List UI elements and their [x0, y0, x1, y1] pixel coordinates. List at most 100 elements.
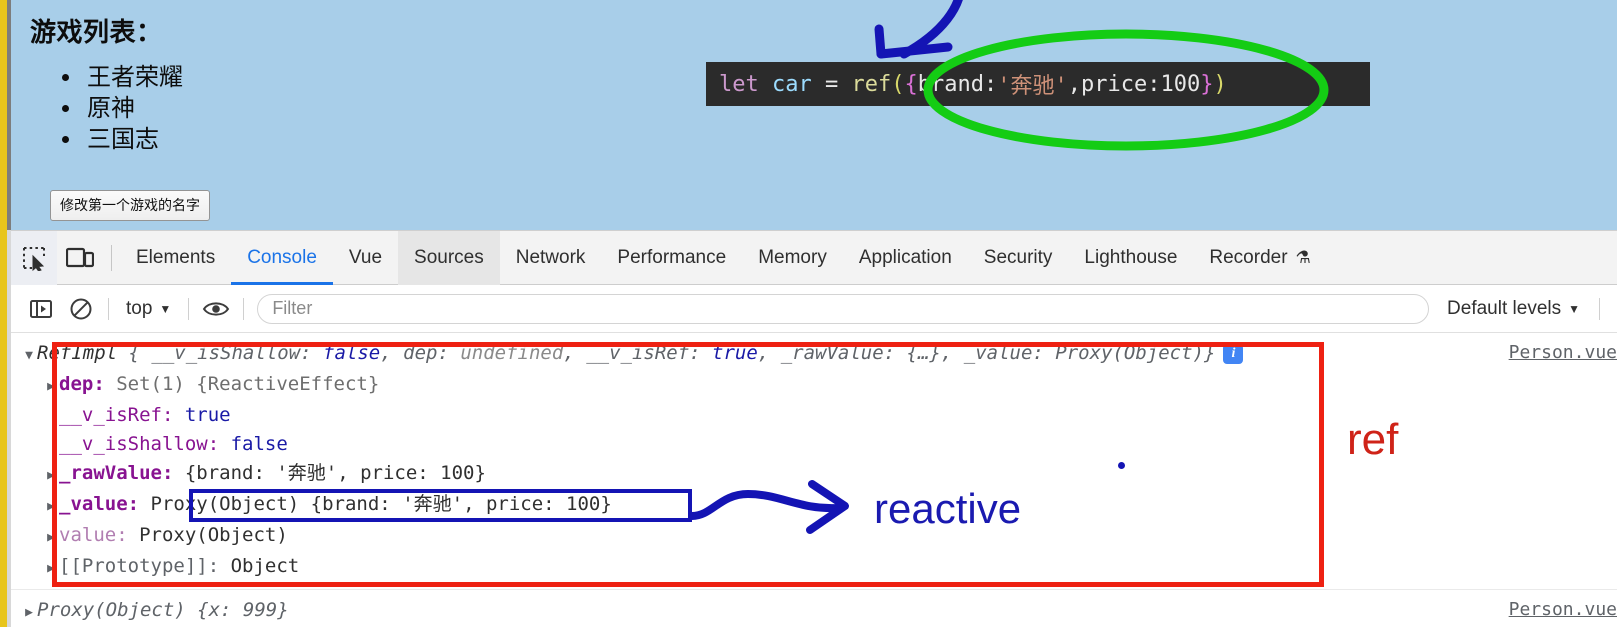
preview-key-dep: dep: — [403, 342, 449, 364]
expand-triangle-icon[interactable]: ▶ — [43, 492, 59, 521]
tab-memory[interactable]: Memory — [742, 231, 843, 285]
console-property-row[interactable]: ▶ dep: Set(1) {ReactiveEffect} — [21, 370, 1617, 401]
console-output: ▼ RefImpl { __v_isShallow: false, dep: un… — [11, 333, 1617, 627]
console-object-header[interactable]: ▼ RefImpl { __v_isShallow: false, dep: un… — [21, 339, 1617, 370]
tab-console[interactable]: Console — [231, 231, 333, 285]
tab-vue[interactable]: Vue — [333, 231, 398, 285]
live-expression-eye-icon[interactable] — [196, 285, 236, 333]
object-classname: RefImpl — [37, 342, 118, 364]
code-space3 — [838, 72, 851, 97]
property-value: Proxy(Object) — [139, 524, 288, 546]
preview-val-rawValue: {…} — [906, 342, 941, 364]
console-context-label: top — [126, 297, 153, 319]
expand-triangle-icon[interactable]: ▶ — [43, 372, 59, 401]
property-key: value: — [59, 524, 128, 546]
expand-triangle-icon[interactable]: ▶ — [43, 461, 59, 490]
console-property-row[interactable]: ▶ _value: Proxy(Object) {brand: '奔驰', pri… — [21, 490, 1617, 521]
preview-val-dep: undefined — [460, 342, 564, 364]
clear-console-icon[interactable] — [61, 285, 101, 333]
log-levels-label: Default levels — [1447, 297, 1562, 319]
code-number-price: 100 — [1160, 71, 1201, 97]
flask-icon: ⚗ — [1295, 247, 1311, 267]
device-toolbar-icon[interactable] — [57, 231, 103, 285]
left-edge-strip — [0, 0, 7, 627]
blue-dot-annotation — [1118, 462, 1125, 469]
tab-lighthouse[interactable]: Lighthouse — [1068, 231, 1193, 285]
log-levels-selector[interactable]: Default levels ▼ — [1435, 298, 1592, 320]
preview-key-isShallow: __v_isShallow: — [151, 342, 312, 364]
browser-viewport: 游戏列表： 王者荣耀 原神 三国志 修改第一个游戏的名字 let car = r… — [11, 0, 1617, 230]
code-space2 — [812, 72, 825, 97]
info-icon[interactable]: i — [1223, 344, 1244, 364]
console-property-row[interactable]: ▶ [[Prototype]]: Object — [21, 552, 1617, 583]
tab-security[interactable]: Security — [968, 231, 1069, 285]
code-close-brace: } — [1200, 71, 1214, 97]
code-open-paren: ( — [891, 71, 905, 97]
tab-performance[interactable]: Performance — [601, 231, 742, 285]
devtools-tabbar: Elements Console Vue Sources Network Per… — [11, 230, 1617, 285]
tab-application[interactable]: Application — [843, 231, 968, 285]
tab-elements[interactable]: Elements — [120, 231, 231, 285]
expand-triangle-icon[interactable]: ▶ — [43, 554, 59, 583]
left-edge-border-top — [7, 0, 11, 230]
left-edge-border-bottom — [7, 230, 11, 627]
console-context-selector[interactable]: top ▼ — [116, 298, 181, 320]
object-close-brace: } — [1204, 342, 1216, 364]
toolbar-divider-4 — [1599, 297, 1600, 320]
property-value: false — [230, 433, 288, 455]
tab-sources[interactable]: Sources — [398, 230, 500, 285]
toolbar-divider-2 — [188, 297, 190, 320]
tab-recorder[interactable]: Recorder ⚗ — [1193, 231, 1326, 285]
console-object-header[interactable]: ▶ Proxy(Object) {x: 999} — [21, 596, 1617, 627]
console-message[interactable]: ▶ Proxy(Object) {x: 999} Person.vue — [11, 590, 1617, 627]
preview-val-value: Proxy(Object) — [1055, 342, 1204, 364]
page-title: 游戏列表： — [30, 17, 163, 47]
code-operator: = — [825, 71, 839, 97]
expand-triangle-icon[interactable]: ▶ — [43, 523, 59, 552]
code-key-brand: brand: — [917, 71, 998, 97]
tabbar-divider — [111, 244, 112, 271]
list-item: 原神 — [83, 93, 183, 124]
expand-triangle-icon[interactable]: ▶ — [21, 598, 37, 627]
code-keyword: let — [719, 71, 759, 97]
source-link[interactable]: Person.vue — [1509, 595, 1617, 624]
preview-val-isRef: true — [712, 342, 758, 364]
preview-val-isShallow: false — [323, 342, 381, 364]
toolbar-divider-3 — [243, 297, 245, 320]
game-list: 王者荣耀 原神 三国志 — [55, 62, 183, 155]
property-key: _value: — [59, 493, 140, 515]
annotation-label-reactive: reactive — [874, 485, 1022, 532]
property-key: [[Prototype]]: — [59, 555, 220, 577]
code-variable: car — [772, 71, 812, 97]
edit-first-game-name-button[interactable]: 修改第一个游戏的名字 — [50, 190, 210, 221]
chevron-down-icon: ▼ — [1568, 301, 1580, 316]
tab-recorder-label: Recorder — [1209, 246, 1288, 268]
property-key: __v_isShallow: — [59, 433, 220, 455]
code-key-price: price: — [1080, 71, 1161, 97]
list-item: 三国志 — [83, 124, 183, 155]
inspect-element-icon[interactable] — [11, 230, 57, 285]
filter-input[interactable] — [257, 293, 1430, 324]
property-value: Proxy(Object) {brand: '奔驰', price: 100} — [150, 493, 612, 515]
annotation-label-ref: ref — [1347, 415, 1399, 464]
code-snippet: let car = ref({brand: '奔驰', price: 100}) — [706, 62, 1370, 106]
screenshot-root: 游戏列表： 王者荣耀 原神 三国志 修改第一个游戏的名字 let car = r… — [0, 0, 1617, 627]
property-value: Object — [230, 555, 300, 577]
code-comma: , — [1067, 71, 1081, 97]
console-sidebar-icon[interactable] — [21, 285, 61, 333]
console-property-row[interactable]: ▶ value: Proxy(Object) — [21, 521, 1617, 552]
preview-key-value: _value: — [963, 342, 1044, 364]
code-function: ref — [851, 71, 892, 97]
chevron-down-icon: ▼ — [159, 301, 172, 316]
property-value: {brand: '奔驰', price: 100} — [184, 462, 486, 484]
tab-network[interactable]: Network — [500, 231, 602, 285]
code-close-paren: ) — [1213, 71, 1227, 97]
property-value: true — [184, 404, 231, 426]
list-item: 王者荣耀 — [83, 62, 183, 93]
property-key: __v_isRef: — [59, 404, 174, 426]
code-string-brand: '奔驰' — [997, 74, 1068, 99]
expand-triangle-icon[interactable]: ▼ — [21, 341, 37, 370]
toolbar-divider-1 — [108, 297, 109, 320]
source-link[interactable]: Person.vue — [1509, 338, 1617, 367]
